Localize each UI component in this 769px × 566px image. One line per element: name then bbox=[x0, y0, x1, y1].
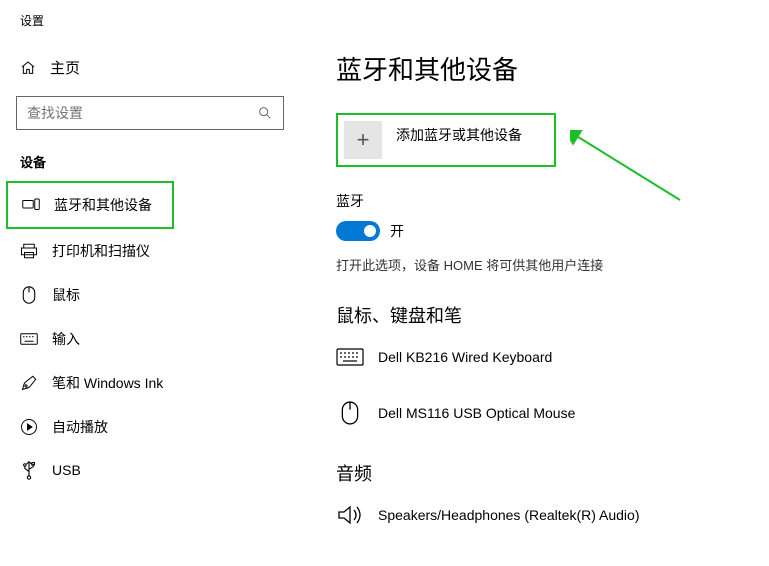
printer-icon bbox=[20, 242, 38, 260]
usb-icon bbox=[20, 461, 38, 479]
sidebar-item-label: USB bbox=[52, 462, 81, 478]
main-content: 蓝牙和其他设备 + 添加蓝牙或其他设备 蓝牙 开 打开此选项，设备 HOME 将… bbox=[300, 0, 769, 566]
toggle-knob bbox=[364, 225, 376, 237]
keyboard-icon bbox=[20, 330, 38, 348]
speaker-icon bbox=[336, 504, 364, 526]
bluetooth-helper: 打开此选项，设备 HOME 将可供其他用户连接 bbox=[336, 255, 769, 274]
device-row[interactable]: Dell KB216 Wired Keyboard bbox=[336, 338, 769, 376]
plus-icon: + bbox=[344, 121, 382, 159]
sidebar-item-printers[interactable]: 打印机和扫描仪 bbox=[6, 229, 284, 273]
sidebar-item-label: 蓝牙和其他设备 bbox=[54, 195, 152, 215]
group-title-mkp: 鼠标、键盘和笔 bbox=[336, 302, 769, 328]
sidebar-item-autoplay[interactable]: 自动播放 bbox=[6, 405, 284, 449]
bluetooth-label: 蓝牙 bbox=[336, 191, 769, 211]
add-device-label: 添加蓝牙或其他设备 bbox=[396, 125, 522, 145]
nav-list: 蓝牙和其他设备 打印机和扫描仪 鼠标 输入 笔和 Windows Ink bbox=[6, 181, 284, 491]
sidebar-item-usb[interactable]: USB bbox=[6, 449, 284, 491]
keyboard-icon bbox=[336, 346, 364, 368]
sidebar-item-label: 自动播放 bbox=[52, 417, 108, 437]
search-box[interactable] bbox=[16, 96, 284, 130]
group-title-audio: 音频 bbox=[336, 460, 769, 486]
sidebar-item-label: 打印机和扫描仪 bbox=[52, 241, 150, 261]
device-name: Dell MS116 USB Optical Mouse bbox=[378, 405, 575, 421]
device-row[interactable]: Speakers/Headphones (Realtek(R) Audio) bbox=[336, 496, 769, 534]
search-input[interactable] bbox=[27, 105, 257, 121]
search-icon bbox=[257, 105, 273, 121]
home-icon bbox=[20, 60, 36, 76]
sidebar-item-label: 输入 bbox=[52, 329, 80, 349]
sidebar-item-label: 笔和 Windows Ink bbox=[52, 373, 163, 393]
sidebar-item-pen[interactable]: 笔和 Windows Ink bbox=[6, 361, 284, 405]
sidebar-item-typing[interactable]: 输入 bbox=[6, 317, 284, 361]
sidebar-item-bluetooth[interactable]: 蓝牙和其他设备 bbox=[6, 181, 174, 229]
add-device-button[interactable]: + 添加蓝牙或其他设备 bbox=[336, 113, 556, 167]
devices-icon bbox=[22, 196, 40, 214]
mouse-icon bbox=[20, 286, 38, 304]
bluetooth-toggle-row: 开 bbox=[336, 221, 769, 241]
toggle-state-label: 开 bbox=[390, 221, 404, 241]
mouse-icon bbox=[336, 402, 364, 424]
sidebar-item-label: 鼠标 bbox=[52, 285, 80, 305]
home-link[interactable]: 主页 bbox=[20, 57, 284, 78]
sidebar: 设置 主页 设备 蓝牙和其他设备 打印机和扫描仪 bbox=[0, 0, 300, 566]
app-title: 设置 bbox=[20, 12, 284, 29]
page-title: 蓝牙和其他设备 bbox=[336, 50, 769, 87]
autoplay-icon bbox=[20, 418, 38, 436]
home-label: 主页 bbox=[50, 57, 80, 78]
device-name: Speakers/Headphones (Realtek(R) Audio) bbox=[378, 507, 639, 523]
device-name: Dell KB216 Wired Keyboard bbox=[378, 349, 552, 365]
sidebar-item-mouse[interactable]: 鼠标 bbox=[6, 273, 284, 317]
pen-icon bbox=[20, 374, 38, 392]
device-row[interactable]: Dell MS116 USB Optical Mouse bbox=[336, 394, 769, 432]
section-label: 设备 bbox=[20, 152, 284, 171]
bluetooth-toggle[interactable] bbox=[336, 221, 380, 241]
